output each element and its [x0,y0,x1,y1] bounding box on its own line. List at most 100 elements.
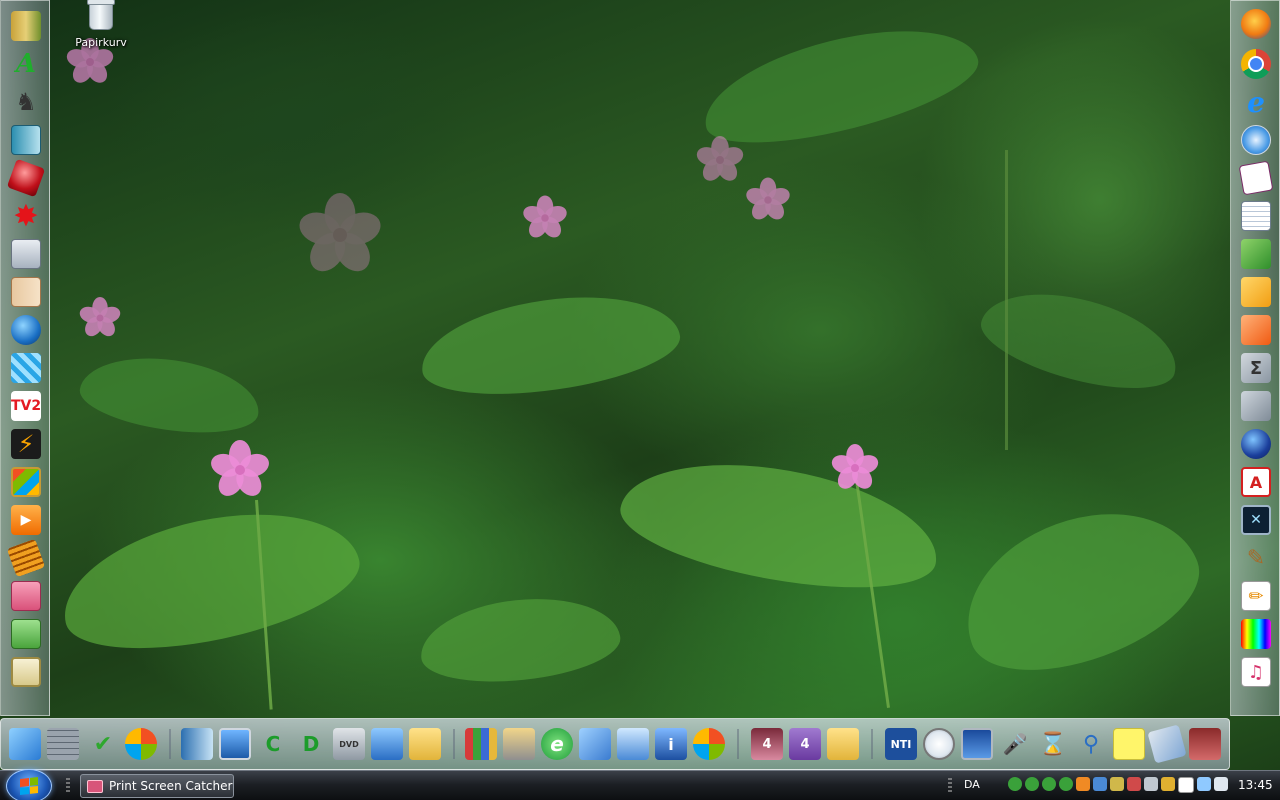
green-camera-icon[interactable] [11,619,41,649]
app-4-icon[interactable]: 4 [789,728,821,760]
taskbar-clock[interactable]: 13:45 [1238,778,1273,792]
desktop-icon-label: Papirkurv [75,36,127,49]
vista-start-icon[interactable] [9,728,41,760]
folder-books-icon[interactable] [11,11,41,41]
chess-icon[interactable]: ♞ [11,87,41,117]
film-strip-icon[interactable] [6,538,46,578]
pink-camera-icon[interactable] [11,581,41,611]
tray-green-icon[interactable] [1059,777,1073,791]
presentation-icon[interactable] [1241,315,1271,345]
language-indicator[interactable]: DA [964,778,980,791]
recycle-bin-icon [87,0,115,30]
tablet-icon[interactable] [1147,724,1187,764]
tray-power-icon[interactable] [1161,777,1175,791]
windows-logo-icon [20,777,38,795]
pdf-icon[interactable]: A [1241,467,1271,497]
windows-window-icon[interactable] [11,467,41,497]
red-splat-icon[interactable]: ✸ [11,199,41,234]
media-player-icon[interactable]: ▶ [11,505,41,535]
magnifier-icon[interactable]: ⚲ [1075,728,1107,760]
right-dock: e Σ A ✕ ✎ ✏ ♫ [1230,0,1280,716]
tray-app-icon[interactable] [1110,777,1124,791]
drive-d-icon[interactable]: D [295,728,327,760]
globe-icon[interactable] [1241,429,1271,459]
tray-orange-icon[interactable] [1076,777,1090,791]
computer-icon[interactable] [219,728,251,760]
text-document-icon[interactable] [1241,391,1271,421]
nti-badge: NTI [890,737,912,751]
tray-network-icon[interactable] [1093,777,1107,791]
notebook-icon[interactable] [11,125,41,155]
scanner-icon[interactable] [503,728,535,760]
drive-c-icon[interactable]: C [257,728,289,760]
microphone-icon[interactable]: 🎤 [999,728,1031,760]
document-viewer-icon[interactable] [181,728,213,760]
record-icon[interactable]: 4 [751,728,783,760]
security-check-icon[interactable]: ✔ [87,728,119,760]
pencil-icon[interactable]: ✏ [1241,581,1271,611]
desktop-wallpaper [0,0,1280,800]
brush-icon[interactable]: ✎ [1241,543,1271,573]
network-icon[interactable] [371,728,403,760]
safari-icon[interactable] [1241,125,1271,155]
tray-green-icon[interactable] [1008,777,1022,791]
blue-cubes-icon[interactable] [11,353,41,383]
dvd-drive-icon[interactable]: DVD [333,728,365,760]
music-file-icon[interactable]: ♫ [1241,657,1271,687]
word-pad-icon[interactable] [1238,160,1274,196]
hourglass-icon[interactable]: ⌛ [1037,728,1069,760]
monitor-icon[interactable] [961,728,993,760]
tray-speaker-icon[interactable] [1144,777,1158,791]
launch-separator [737,729,739,759]
color-palette-icon[interactable] [1241,619,1271,649]
launch-separator [453,729,455,759]
tray-monitor-icon[interactable] [1178,777,1194,793]
tray-volume-icon[interactable] [1214,777,1228,791]
green-script-icon[interactable]: A [11,49,41,79]
formula-icon[interactable]: Σ [1241,353,1271,383]
calculator-panel-icon[interactable] [1189,728,1221,760]
windows-media-icon[interactable] [125,728,157,760]
launch-separator [871,729,873,759]
archive-icon[interactable] [465,728,497,760]
left-dock: A ♞ ✸ TV2 ⚡ ▶ [0,0,50,716]
control-panel-icon[interactable] [579,728,611,760]
folder-icon[interactable] [409,728,441,760]
chrome-icon[interactable] [1241,49,1271,79]
app-4-badge: 4 [800,736,810,752]
tv2-icon[interactable]: TV2 [11,391,41,421]
drawing-icon[interactable] [1241,277,1271,307]
edge-icon[interactable]: e [541,728,573,760]
windows-update-icon[interactable] [693,728,725,760]
document-icon[interactable] [1241,201,1271,231]
nti-backup-icon[interactable]: NTI [885,728,917,760]
start-button[interactable] [6,769,52,800]
sticky-note-icon[interactable] [1113,728,1145,760]
tray-flag-icon[interactable] [1127,777,1141,791]
tray-green-icon[interactable] [1042,777,1056,791]
taskbar-button-print-screen-catcher[interactable]: Print Screen Catcher [80,774,234,798]
quick-launch-bar: ✔ C D DVD e i 4 4 NTI 🎤 ⌛ ⚲ [0,718,1230,770]
clock-icon[interactable] [923,728,955,760]
desktop-icon-recycle-bin[interactable]: Papirkurv [70,0,132,49]
tray-network-status-icon[interactable] [1197,777,1211,791]
folder-icon[interactable] [827,728,859,760]
taskbar: Print Screen Catcher DA 13:45 [0,769,1280,800]
lightning-icon[interactable]: ⚡ [11,429,41,459]
spreadsheet-icon[interactable] [1241,239,1271,269]
calculator-icon[interactable] [11,239,41,269]
network-share-icon[interactable] [617,728,649,760]
record-badge: 4 [762,736,772,752]
taskbar-grip[interactable] [66,778,70,794]
red-gem-icon[interactable] [6,158,46,198]
terminal-icon[interactable]: ✕ [1241,505,1271,535]
firefox-icon[interactable] [1241,9,1271,39]
clipboard-icon[interactable] [11,657,41,687]
tray-green-icon[interactable] [1025,777,1039,791]
taskbar-grip[interactable] [948,778,952,794]
internet-explorer-icon[interactable]: e [1241,86,1271,119]
firewall-icon[interactable] [47,728,79,760]
network-globe-icon[interactable] [11,315,41,345]
system-info-icon[interactable]: i [655,728,687,760]
scroll-icon[interactable] [11,277,41,307]
